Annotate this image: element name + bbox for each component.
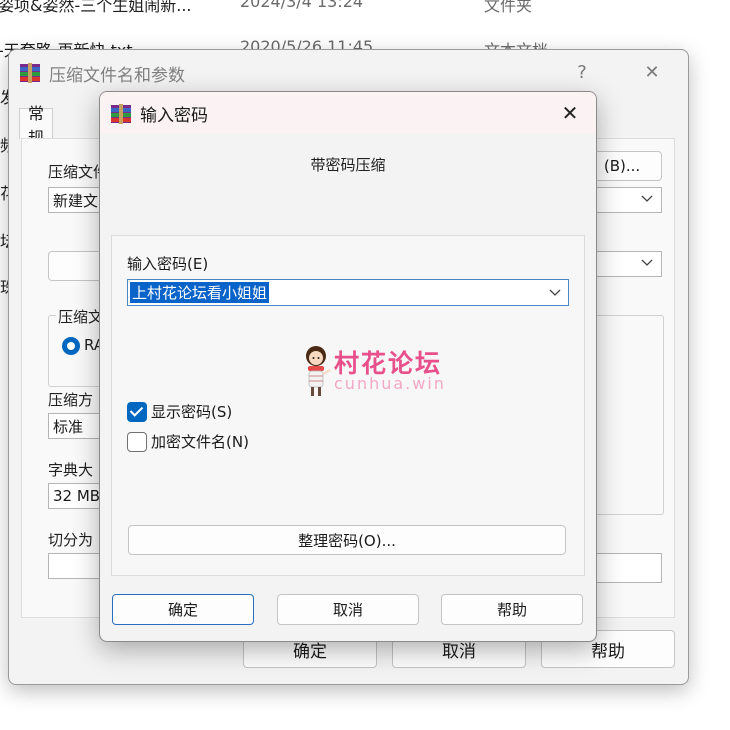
checkbox-unchecked-icon[interactable] [127,431,147,452]
help-button[interactable]: ? [565,56,599,88]
help-label: 帮助 [496,601,527,619]
ok-label: 确定 [167,601,198,619]
password-dialog-title-area: 输入密码 [110,101,208,126]
watermark: 村花论坛 cunhua.win [302,344,462,400]
archive-name-value: 新建文 [53,191,99,210]
dialog-subheading: 带密码压缩 [310,156,386,174]
password-panel: 输入密码(E) 上村花论坛看小姐姐 村花论坛 cunhua.win 显示密码(S… [111,235,585,576]
mascot-icon [306,346,331,396]
method-value: 标准 [53,417,84,436]
split-label: 切分为 [48,531,94,549]
method-label: 压缩方 [48,391,94,409]
help-icon: ? [577,61,587,83]
rar-format-radio[interactable] [62,337,80,355]
file-date: 2024/3/4 13:24 [240,0,364,11]
back-dialog-title: 压缩文件名和参数 [49,65,185,86]
ok-button[interactable]: 确定 [112,594,254,625]
show-password-label: 显示密码(S) [151,403,233,421]
password-dialog-title: 输入密码 [140,106,208,126]
checkbox-checked-icon[interactable] [127,401,147,422]
close-button[interactable]: ✕ [635,56,669,88]
back-dialog-titlebar: 压缩文件名和参数 [19,58,185,88]
winrar-icon [111,103,131,124]
show-password-checkbox[interactable]: 显示密码(S) [127,401,232,422]
tab-general[interactable]: 常规 [19,104,54,147]
password-label: 输入密码(E) [127,255,209,273]
password-input[interactable]: 上村花论坛看小姐姐 [127,279,569,306]
file-name: 姿项&姿然-三个生姐闹新... [0,0,192,15]
close-button[interactable]: ✕ [554,98,586,128]
help-button[interactable]: 帮助 [441,594,583,625]
browse-label: (B)... [603,157,641,175]
password-value: 上村花论坛看小姐姐 [130,282,270,303]
watermark-url: cunhua.win [334,374,446,393]
organize-passwords-label: 整理密码(O)... [298,531,396,550]
help-label: 帮助 [591,641,625,662]
encrypt-filenames-checkbox[interactable]: 加密文件名(N) [127,431,249,452]
password-dialog-titlebar: 输入密码 ✕ [100,92,596,134]
password-dialog: 输入密码 ✕ 带密码压缩 输入密码(E) 上村花论坛看小姐姐 村花论坛 cunh… [99,91,597,642]
organize-passwords-button[interactable]: 整理密码(O)... [128,525,566,555]
chevron-down-icon [641,195,653,202]
dictionary-value: 32 MB [53,487,101,505]
chevron-down-icon [641,259,653,266]
close-icon: ✕ [561,101,579,125]
archive-format-label: 压缩文 [56,306,106,327]
file-row[interactable]: 姿项&姿然-三个生姐闹新... 2024/3/4 13:24 文件夹 [0,0,730,20]
file-type: 文件夹 [484,0,533,15]
close-icon: ✕ [644,61,660,83]
winrar-icon [20,63,40,83]
cancel-label: 取消 [332,601,363,619]
cancel-button[interactable]: 取消 [277,594,419,625]
chevron-down-icon[interactable] [548,285,562,299]
dictionary-label: 字典大 [48,461,94,479]
encrypt-filenames-label: 加密文件名(N) [151,433,249,451]
